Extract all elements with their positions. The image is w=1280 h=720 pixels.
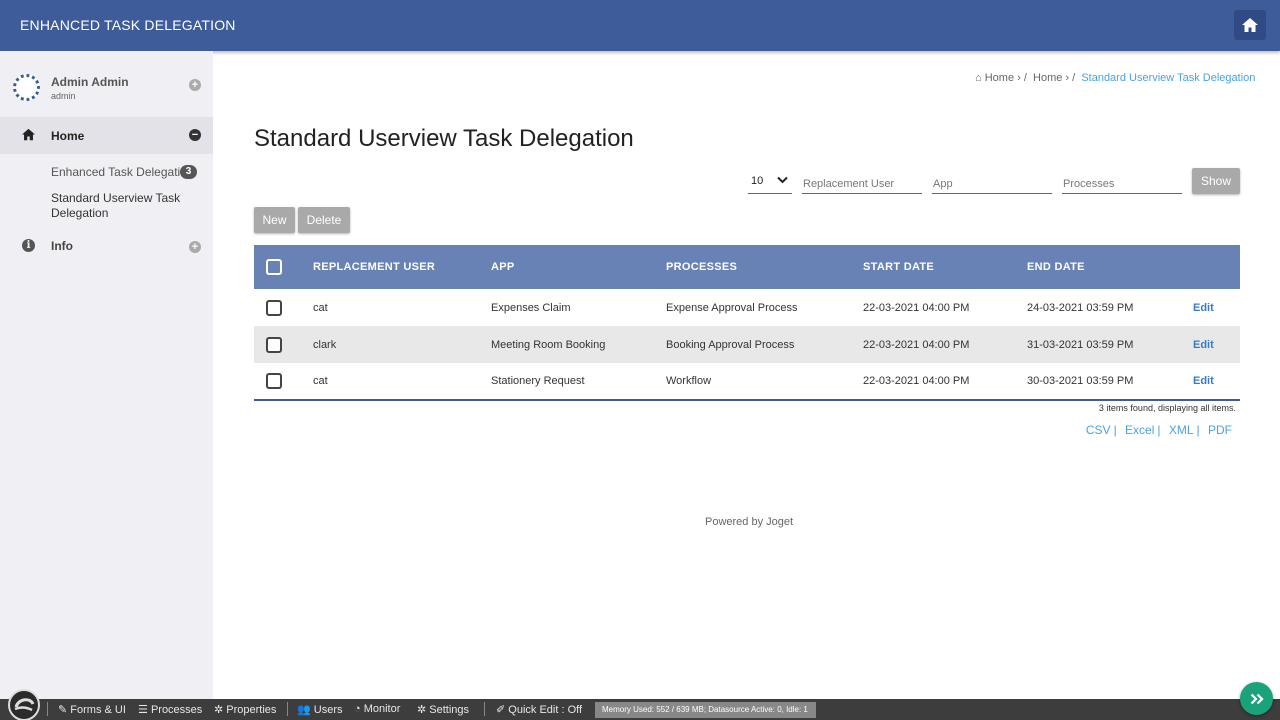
home-icon: ⌂	[975, 72, 982, 84]
sidebar: Admin Admin admin + Home − Enhanced Task…	[0, 51, 213, 699]
sidebar-item-standard-userview-task-delegation[interactable]: Standard Userview Task Delegation	[51, 191, 191, 221]
breadcrumb-current: Standard Userview Task Delegation	[1081, 72, 1256, 84]
admin-bar: ✎ Forms & UI ☰ Processes ✲ Properties 👥 …	[0, 699, 1280, 720]
page-size-select[interactable]: 10	[748, 170, 792, 194]
show-button[interactable]: Show	[1192, 168, 1240, 194]
row-checkbox[interactable]	[266, 299, 282, 316]
admin-bar-forms[interactable]: ✎ Forms & UI	[58, 703, 126, 716]
processes-filter[interactable]	[1062, 170, 1182, 194]
column-header[interactable]: START DATE	[863, 245, 1027, 289]
column-header[interactable]: APP	[491, 245, 666, 289]
page-size-value: 10	[751, 175, 764, 187]
chevron-down-icon	[777, 176, 788, 184]
sidebar-item-enhanced-task-delegation[interactable]: Enhanced Task Delegation	[51, 165, 194, 179]
list-icon: ☰	[138, 704, 148, 716]
export-pdf-link[interactable]: PDF	[1208, 423, 1232, 437]
row-checkbox[interactable]	[266, 336, 282, 353]
cell-user: cat	[313, 375, 328, 387]
joget-logo[interactable]	[8, 689, 40, 720]
sidebar-item-label: Home	[51, 129, 85, 143]
profile-name: Admin Admin	[51, 75, 129, 89]
cell-app: Meeting Room Booking	[491, 338, 606, 351]
table-row: clark Meeting Room Booking Booking Appro…	[254, 326, 1240, 363]
users-icon: 👥	[297, 704, 311, 716]
breadcrumb: ⌂ Home › / Home › / Standard Userview Ta…	[975, 72, 1256, 84]
cell-user: clark	[313, 338, 337, 351]
gears-icon: ✲	[417, 704, 427, 716]
cell-end-date: 31-03-2021 03:59 PM	[1027, 338, 1134, 351]
cell-app: Expenses Claim	[491, 301, 571, 314]
cell-start-date: 22-03-2021 04:00 PM	[863, 301, 970, 314]
select-all-checkbox[interactable]	[266, 259, 282, 275]
cell-app: Stationery Request	[491, 375, 585, 387]
cell-start-date: 22-03-2021 04:00 PM	[863, 338, 970, 351]
new-button[interactable]: New	[254, 207, 295, 233]
export-excel-link[interactable]: Excel	[1125, 423, 1154, 437]
edit-link[interactable]: Edit	[1193, 302, 1214, 314]
expand-icon[interactable]: +	[189, 79, 201, 91]
admin-bar-properties[interactable]: ✲ Properties	[214, 703, 276, 716]
table-row: cat Expenses Claim Expense Approval Proc…	[254, 289, 1240, 326]
admin-bar-monitor[interactable]: ◔ Monitor	[354, 703, 400, 715]
column-header[interactable]: REPLACEMENT USER	[313, 245, 491, 289]
table-row: cat Stationery Request Workflow 22-03-20…	[254, 363, 1240, 400]
page-title: Standard Userview Task Delegation	[254, 125, 634, 152]
count-badge: 3	[180, 165, 197, 179]
row-checkbox[interactable]	[266, 373, 282, 389]
admin-bar-quick-edit[interactable]: ✐ Quick Edit : Off	[496, 703, 582, 716]
edit-link[interactable]: Edit	[1193, 339, 1214, 351]
sidebar-item-home[interactable]: Home −	[0, 117, 213, 154]
sidebar-item-info[interactable]: i Info +	[0, 231, 213, 261]
admin-bar-users[interactable]: 👥 Users	[297, 703, 343, 716]
joget-logo-icon	[14, 698, 35, 712]
dashboard-icon: ◔	[354, 703, 361, 715]
cell-process: Expense Approval Process	[666, 301, 798, 314]
cell-process: Booking Approval Process	[666, 338, 795, 351]
expand-panel-button[interactable]	[1240, 682, 1273, 715]
export-xml-link[interactable]: XML	[1169, 423, 1194, 437]
cell-end-date: 24-03-2021 03:59 PM	[1027, 301, 1134, 314]
avatar	[13, 74, 40, 101]
app-title: ENHANCED TASK DELEGATION	[20, 17, 236, 33]
admin-bar-processes[interactable]: ☰ Processes	[138, 703, 202, 716]
cell-start-date: 22-03-2021 04:00 PM	[863, 375, 970, 387]
export-csv-link[interactable]: CSV	[1086, 423, 1111, 437]
expand-icon[interactable]: +	[189, 241, 201, 253]
powered-by: Powered by Joget	[705, 516, 794, 528]
delete-button[interactable]: Delete	[298, 207, 350, 233]
cell-user: cat	[313, 301, 328, 314]
info-icon: i	[22, 239, 35, 252]
edit-link[interactable]: Edit	[1193, 375, 1214, 387]
breadcrumb-link[interactable]: Home	[1033, 72, 1062, 84]
breadcrumb-link[interactable]: Home	[985, 72, 1014, 84]
user-profile[interactable]: Admin Admin admin +	[0, 51, 213, 117]
home-icon	[1242, 18, 1258, 32]
admin-bar-settings[interactable]: ✲ Settings	[417, 703, 469, 716]
cell-end-date: 30-03-2021 03:59 PM	[1027, 375, 1134, 387]
gear-icon: ✲	[214, 704, 224, 716]
app-filter[interactable]	[932, 170, 1052, 194]
profile-username: admin	[51, 91, 76, 101]
edit-icon: ✎	[58, 704, 68, 716]
memory-status: Memory Used: 552 / 639 MB; Datasource Ac…	[595, 702, 816, 718]
table-summary: 3 items found, displaying all items.	[1098, 403, 1236, 413]
app-header: ENHANCED TASK DELEGATION	[0, 0, 1280, 51]
delegation-table: REPLACEMENT USER APP PROCESSES START DAT…	[254, 245, 1240, 401]
collapse-icon[interactable]: −	[189, 129, 201, 141]
column-header[interactable]: END DATE	[1027, 245, 1193, 289]
sidebar-item-label: Info	[51, 239, 73, 253]
pencil-icon: ✐	[496, 704, 506, 716]
double-chevron-right-icon	[1250, 693, 1264, 704]
table-header-row: REPLACEMENT USER APP PROCESSES START DAT…	[254, 245, 1240, 289]
export-links: CSV | Excel | XML | PDF	[1085, 423, 1232, 437]
cell-process: Workflow	[666, 375, 712, 387]
header-home-button[interactable]	[1234, 10, 1266, 40]
column-header[interactable]: PROCESSES	[666, 245, 863, 289]
home-icon	[22, 128, 35, 141]
replacement-user-filter[interactable]	[802, 170, 922, 194]
